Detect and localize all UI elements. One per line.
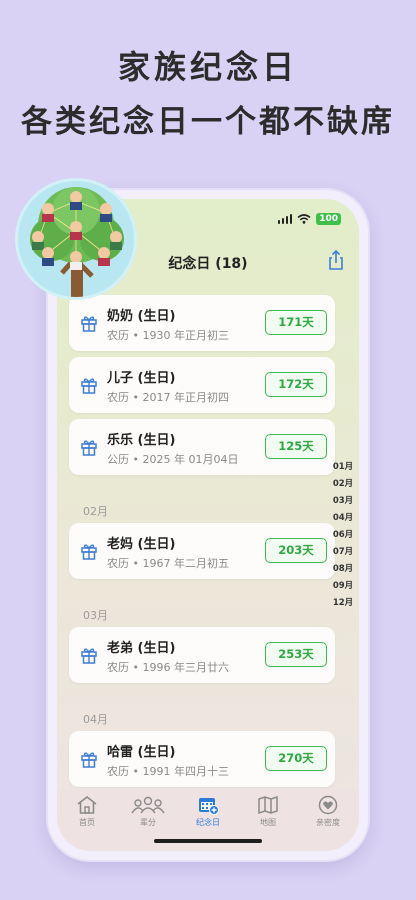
calendar-add-icon	[199, 798, 219, 815]
tab-generation[interactable]: 辈分	[120, 795, 176, 828]
anniversary-date: 农历 • 1967 年二月初五	[107, 557, 229, 570]
home-indicator	[154, 839, 262, 843]
anniversary-name: 奶奶 (生日)	[107, 309, 176, 324]
tab-anniversary[interactable]: 纪念日	[180, 795, 236, 828]
days-badge: 172天	[265, 372, 327, 397]
heart-icon	[318, 795, 338, 815]
anniversary-date: 农历 • 2017 年正月初四	[107, 391, 229, 404]
anniversary-date: 农历 • 1991 年四月十三	[107, 765, 229, 778]
tab-home[interactable]: 首页	[59, 795, 115, 828]
index-item[interactable]: 03月	[333, 493, 353, 510]
anniversary-name: 乐乐 (生日)	[107, 433, 176, 448]
gift-icon	[81, 440, 97, 456]
gift-icon	[81, 544, 97, 560]
index-item[interactable]: 01月	[333, 459, 353, 476]
gift-icon	[81, 752, 97, 768]
index-item[interactable]: 04月	[333, 510, 353, 527]
list-item[interactable]: 奶奶 (生日) 农历 • 1930 年正月初三 171天	[69, 295, 335, 351]
index-item[interactable]: 07月	[333, 544, 353, 561]
signal-icon	[277, 214, 293, 224]
anniversary-name: 儿子 (生日)	[107, 371, 176, 386]
list-item[interactable]: 哈雷 (生日) 农历 • 1991 年四月十三 270天	[69, 731, 335, 787]
anniversary-date: 农历 • 1930 年正月初三	[107, 329, 229, 342]
tab-label: 纪念日	[196, 818, 220, 827]
gift-icon	[81, 316, 97, 332]
map-icon	[258, 795, 278, 815]
gift-icon	[81, 378, 97, 394]
section-header: 03月	[83, 609, 108, 622]
tab-label: 亲密度	[316, 818, 340, 827]
index-item[interactable]: 08月	[333, 561, 353, 578]
index-item[interactable]: 12月	[333, 595, 353, 612]
index-item[interactable]: 09月	[333, 578, 353, 595]
anniversary-name: 哈雷 (生日)	[107, 745, 176, 760]
tab-map[interactable]: 地图	[240, 795, 296, 828]
section-header: 04月	[83, 713, 108, 726]
days-badge: 171天	[265, 310, 327, 335]
tab-label: 首页	[79, 818, 95, 827]
tab-label: 辈分	[140, 818, 156, 827]
list-item[interactable]: 老妈 (生日) 农历 • 1967 年二月初五 203天	[69, 523, 335, 579]
tab-label: 地图	[260, 818, 276, 827]
anniversary-date: 公历 • 2025 年 01月04日	[107, 453, 239, 466]
share-icon[interactable]	[325, 249, 347, 271]
section-header: 02月	[83, 505, 108, 518]
family-tree-logo	[15, 178, 137, 300]
app-screen: 100 纪念日 (18) 奶奶 (生日) 农历 • 1930 年正月初三 171…	[57, 199, 359, 851]
days-badge: 270天	[265, 746, 327, 771]
days-badge: 253天	[265, 642, 327, 667]
status-bar: 100	[277, 213, 341, 225]
tab-intimacy[interactable]: 亲密度	[300, 795, 356, 828]
index-item[interactable]: 02月	[333, 476, 353, 493]
people-icon	[131, 796, 165, 814]
days-badge: 203天	[265, 538, 327, 563]
home-icon	[77, 795, 97, 814]
list-item[interactable]: 儿子 (生日) 农历 • 2017 年正月初四 172天	[69, 357, 335, 413]
anniversary-name: 老妈 (生日)	[107, 537, 176, 552]
promo-subtitle: 各类纪念日一个都不缺席	[21, 104, 395, 140]
list-item[interactable]: 乐乐 (生日) 公历 • 2025 年 01月04日 125天	[69, 419, 335, 475]
wifi-icon	[297, 214, 311, 224]
promo-title: 家族纪念日	[117, 48, 298, 86]
battery-indicator: 100	[316, 213, 341, 225]
gift-icon	[81, 648, 97, 664]
days-badge: 125天	[265, 434, 327, 459]
anniversary-date: 农历 • 1996 年三月廿六	[107, 661, 229, 674]
anniversary-name: 老弟 (生日)	[107, 641, 176, 656]
index-item[interactable]: 06月	[333, 527, 353, 544]
family-tree-icon	[30, 187, 124, 297]
list-item[interactable]: 老弟 (生日) 农历 • 1996 年三月廿六 253天	[69, 627, 335, 683]
month-index[interactable]: 01月 02月 03月 04月 06月 07月 08月 09月 12月	[332, 459, 354, 612]
